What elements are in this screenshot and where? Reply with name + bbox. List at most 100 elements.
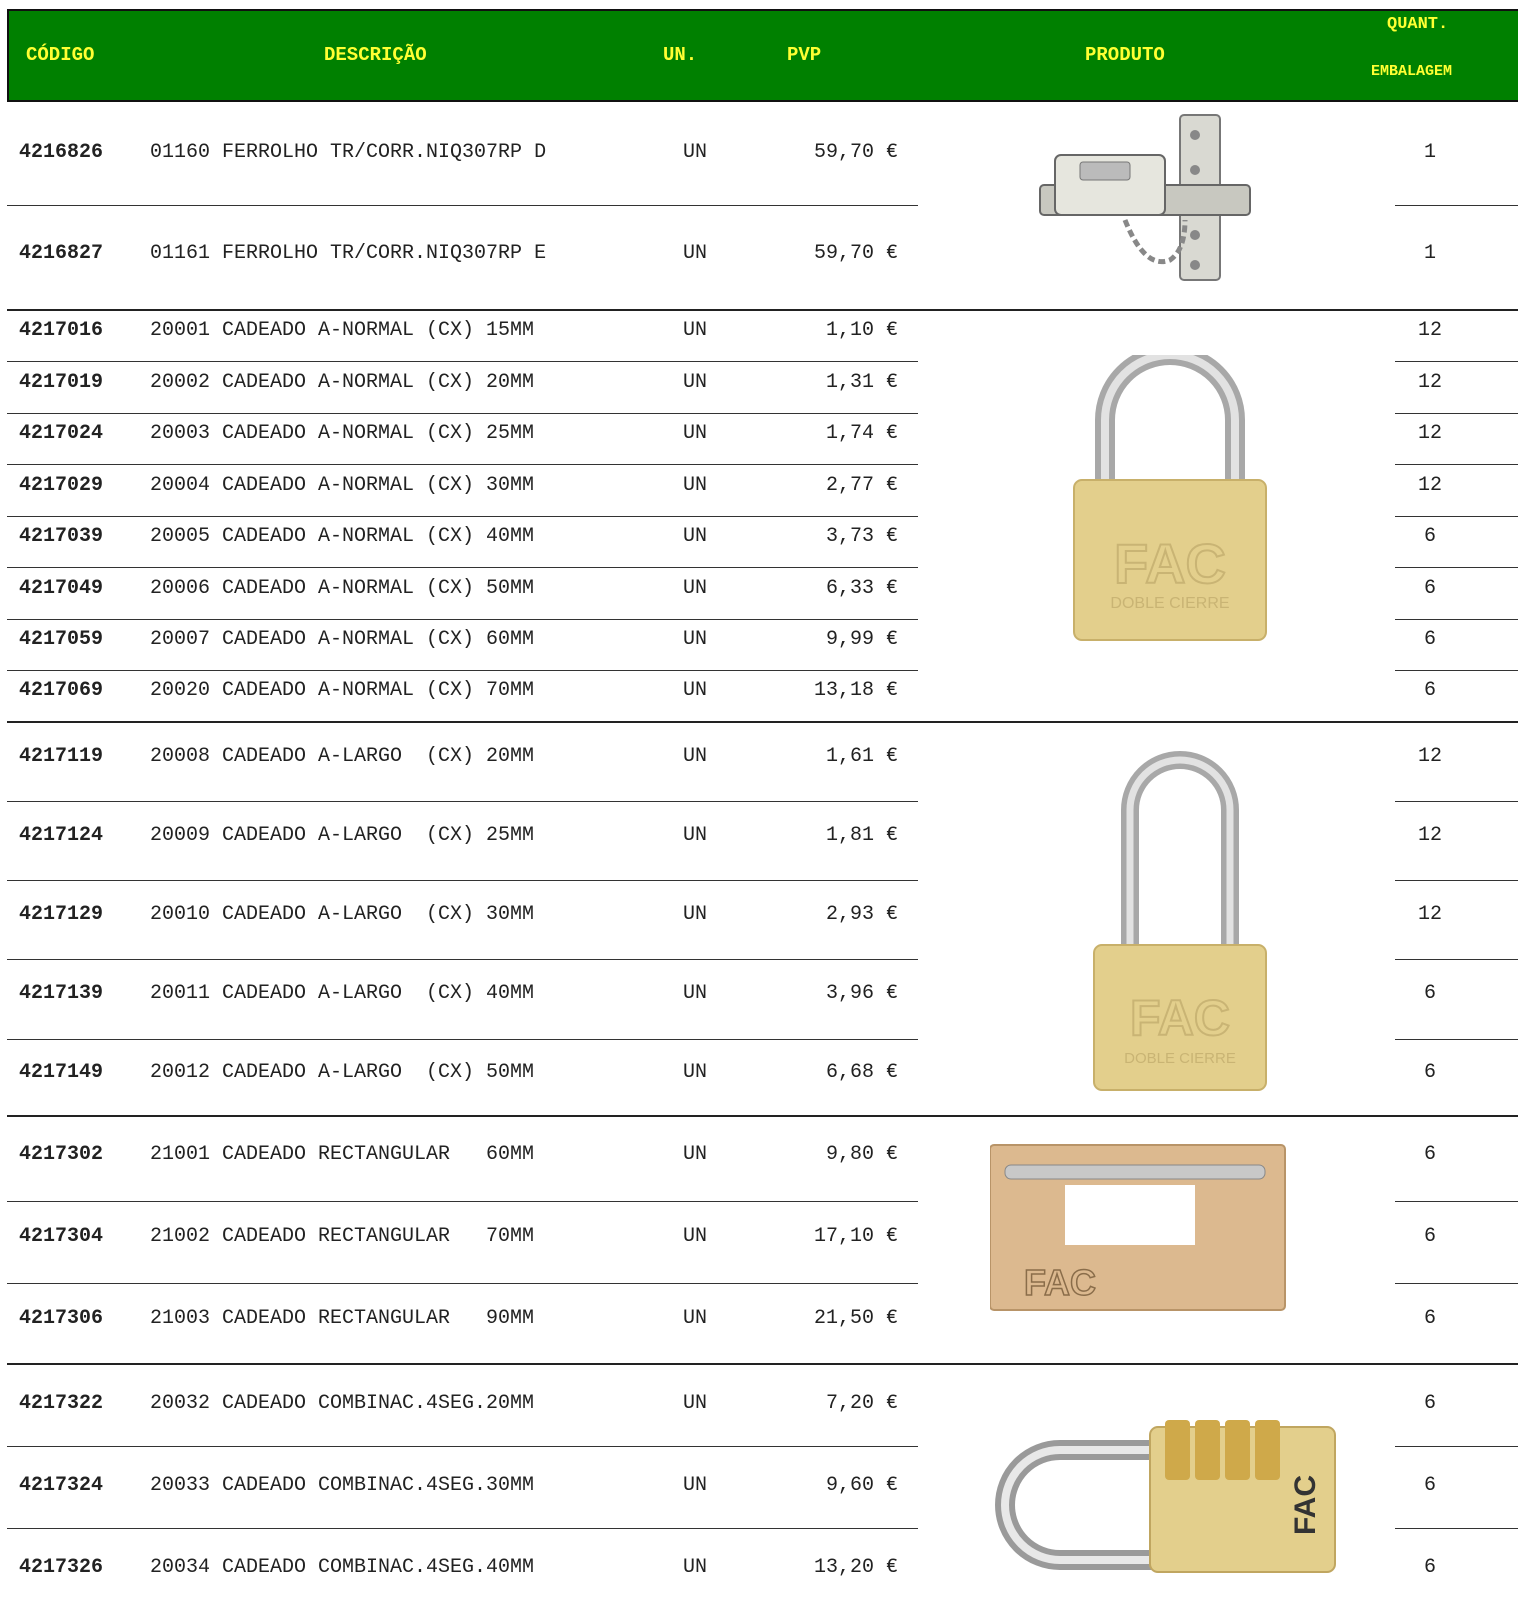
price: 1,74 € <box>825 421 898 445</box>
package-quantity: 1 <box>1423 241 1436 265</box>
row-divider <box>1395 670 1518 671</box>
price: 6,68 € <box>825 1060 898 1084</box>
product-description: 20020 CADEADO A-NORMAL (CX) 70MM <box>150 678 535 702</box>
svg-text:DOBLE CIERRE: DOBLE CIERRE <box>1110 595 1229 612</box>
table-row: 4217059 20007 CADEADO A-NORMAL (CX) 60MM U… <box>0 614 1518 664</box>
row-divider <box>7 619 918 620</box>
product-code: 4217124 <box>19 823 104 847</box>
package-quantity: 12 <box>1417 744 1442 768</box>
product-code: 4217324 <box>19 1473 104 1497</box>
price: 59,70 € <box>813 241 898 265</box>
package-quantity: 12 <box>1417 473 1442 497</box>
table-row: 4217129 20010 CADEADO A-LARGO (CX) 30MM UN… <box>0 889 1518 939</box>
product-description: 21002 CADEADO RECTANGULAR 70MM <box>150 1224 535 1248</box>
price: 13,20 € <box>813 1555 898 1579</box>
unit: UN <box>683 1224 708 1248</box>
price: 17,10 € <box>813 1224 898 1248</box>
product-code: 4217016 <box>19 318 104 342</box>
product-code: 4217039 <box>19 524 104 548</box>
product-description: 20008 CADEADO A-LARGO (CX) 20MM <box>150 744 535 768</box>
row-divider <box>1395 413 1518 414</box>
group-divider <box>7 1115 1518 1117</box>
header-produto: PRODUTO <box>1085 44 1165 66</box>
header-codigo: CÓDIGO <box>26 44 95 66</box>
product-code: 4217049 <box>19 576 104 600</box>
product-code: 4217069 <box>19 678 104 702</box>
group-divider <box>7 721 1518 723</box>
row-divider <box>7 1528 918 1529</box>
table-row: 4217049 20006 CADEADO A-NORMAL (CX) 50MM U… <box>0 563 1518 613</box>
product-code: 4216826 <box>19 140 104 164</box>
package-quantity: 6 <box>1423 981 1436 1005</box>
package-quantity: 6 <box>1423 1473 1436 1497</box>
row-divider <box>7 1283 918 1284</box>
header-un: UN. <box>663 44 698 66</box>
row-divider <box>7 880 918 881</box>
row-divider <box>1395 205 1518 206</box>
product-description: 20009 CADEADO A-LARGO (CX) 25MM <box>150 823 535 847</box>
unit: UN <box>683 1306 708 1330</box>
product-description: 20004 CADEADO A-NORMAL (CX) 30MM <box>150 473 535 497</box>
unit: UN <box>683 318 708 342</box>
product-code: 4217139 <box>19 981 104 1005</box>
product-code: 4217149 <box>19 1060 104 1084</box>
row-divider <box>1395 361 1518 362</box>
package-quantity: 6 <box>1423 576 1436 600</box>
svg-text:FAC: FAC <box>1024 1262 1096 1303</box>
product-description: 01161 FERROLHO TR/CORR.NIQ307RP E <box>150 241 547 265</box>
row-divider <box>1395 1283 1518 1284</box>
unit: UN <box>683 1060 708 1084</box>
row-divider <box>1395 959 1518 960</box>
price: 59,70 € <box>813 140 898 164</box>
row-divider <box>7 516 918 517</box>
product-code: 4217306 <box>19 1306 104 1330</box>
product-description: 21003 CADEADO RECTANGULAR 90MM <box>150 1306 535 1330</box>
unit: UN <box>683 524 708 548</box>
package-quantity: 12 <box>1417 318 1442 342</box>
table-row: 4217306 21003 CADEADO RECTANGULAR 90MM UN 2… <box>0 1293 1518 1343</box>
package-quantity: 1 <box>1423 140 1436 164</box>
price: 9,80 € <box>825 1142 898 1166</box>
table-row: 4217029 20004 CADEADO A-NORMAL (CX) 30MM U… <box>0 460 1518 510</box>
row-divider <box>7 1201 918 1202</box>
product-description: 20012 CADEADO A-LARGO (CX) 50MM <box>150 1060 535 1084</box>
table-row: 4217149 20012 CADEADO A-LARGO (CX) 50MM UN… <box>0 1047 1518 1097</box>
unit: UN <box>683 241 708 265</box>
padlock-long-shackle-icon: FAC DOBLE CIERRE <box>1093 751 1267 1091</box>
unit: UN <box>683 902 708 926</box>
product-description: 20011 CADEADO A-LARGO (CX) 40MM <box>150 981 535 1005</box>
product-code: 4217029 <box>19 473 104 497</box>
product-code: 4217129 <box>19 902 104 926</box>
price: 13,18 € <box>813 678 898 702</box>
row-divider <box>7 567 918 568</box>
unit: UN <box>683 1473 708 1497</box>
price: 9,60 € <box>825 1473 898 1497</box>
unit: UN <box>683 370 708 394</box>
price: 6,33 € <box>825 576 898 600</box>
unit: UN <box>683 473 708 497</box>
package-quantity: 12 <box>1417 421 1442 445</box>
product-code: 4217019 <box>19 370 104 394</box>
product-description: 20033 CADEADO COMBINAC.4SEG.30MM <box>150 1473 535 1497</box>
header-quant: QUANT. <box>1387 15 1449 34</box>
row-divider <box>7 361 918 362</box>
product-code: 4217322 <box>19 1391 104 1415</box>
table-row: 4217039 20005 CADEADO A-NORMAL (CX) 40MM U… <box>0 511 1518 561</box>
price: 2,77 € <box>825 473 898 497</box>
row-divider <box>1395 1528 1518 1529</box>
product-description: 01160 FERROLHO TR/CORR.NIQ307RP D <box>150 140 547 164</box>
row-divider <box>1395 1039 1518 1040</box>
product-code: 4217326 <box>19 1555 104 1579</box>
row-divider <box>1395 567 1518 568</box>
table-row: 4216826 01160 FERROLHO TR/CORR.NIQ307RP D… <box>0 127 1518 177</box>
table-row: 4217024 20003 CADEADO A-NORMAL (CX) 25MM U… <box>0 408 1518 458</box>
package-quantity: 6 <box>1423 1555 1436 1579</box>
header-embalagem: EMBALAGEM <box>1371 63 1453 80</box>
price: 1,81 € <box>825 823 898 847</box>
package-quantity: 12 <box>1417 370 1442 394</box>
door-bolt-chain-icon <box>1039 114 1251 281</box>
package-quantity: 6 <box>1423 1142 1436 1166</box>
package-quantity: 6 <box>1423 1306 1436 1330</box>
product-code: 4217024 <box>19 421 104 445</box>
unit: UN <box>683 576 708 600</box>
